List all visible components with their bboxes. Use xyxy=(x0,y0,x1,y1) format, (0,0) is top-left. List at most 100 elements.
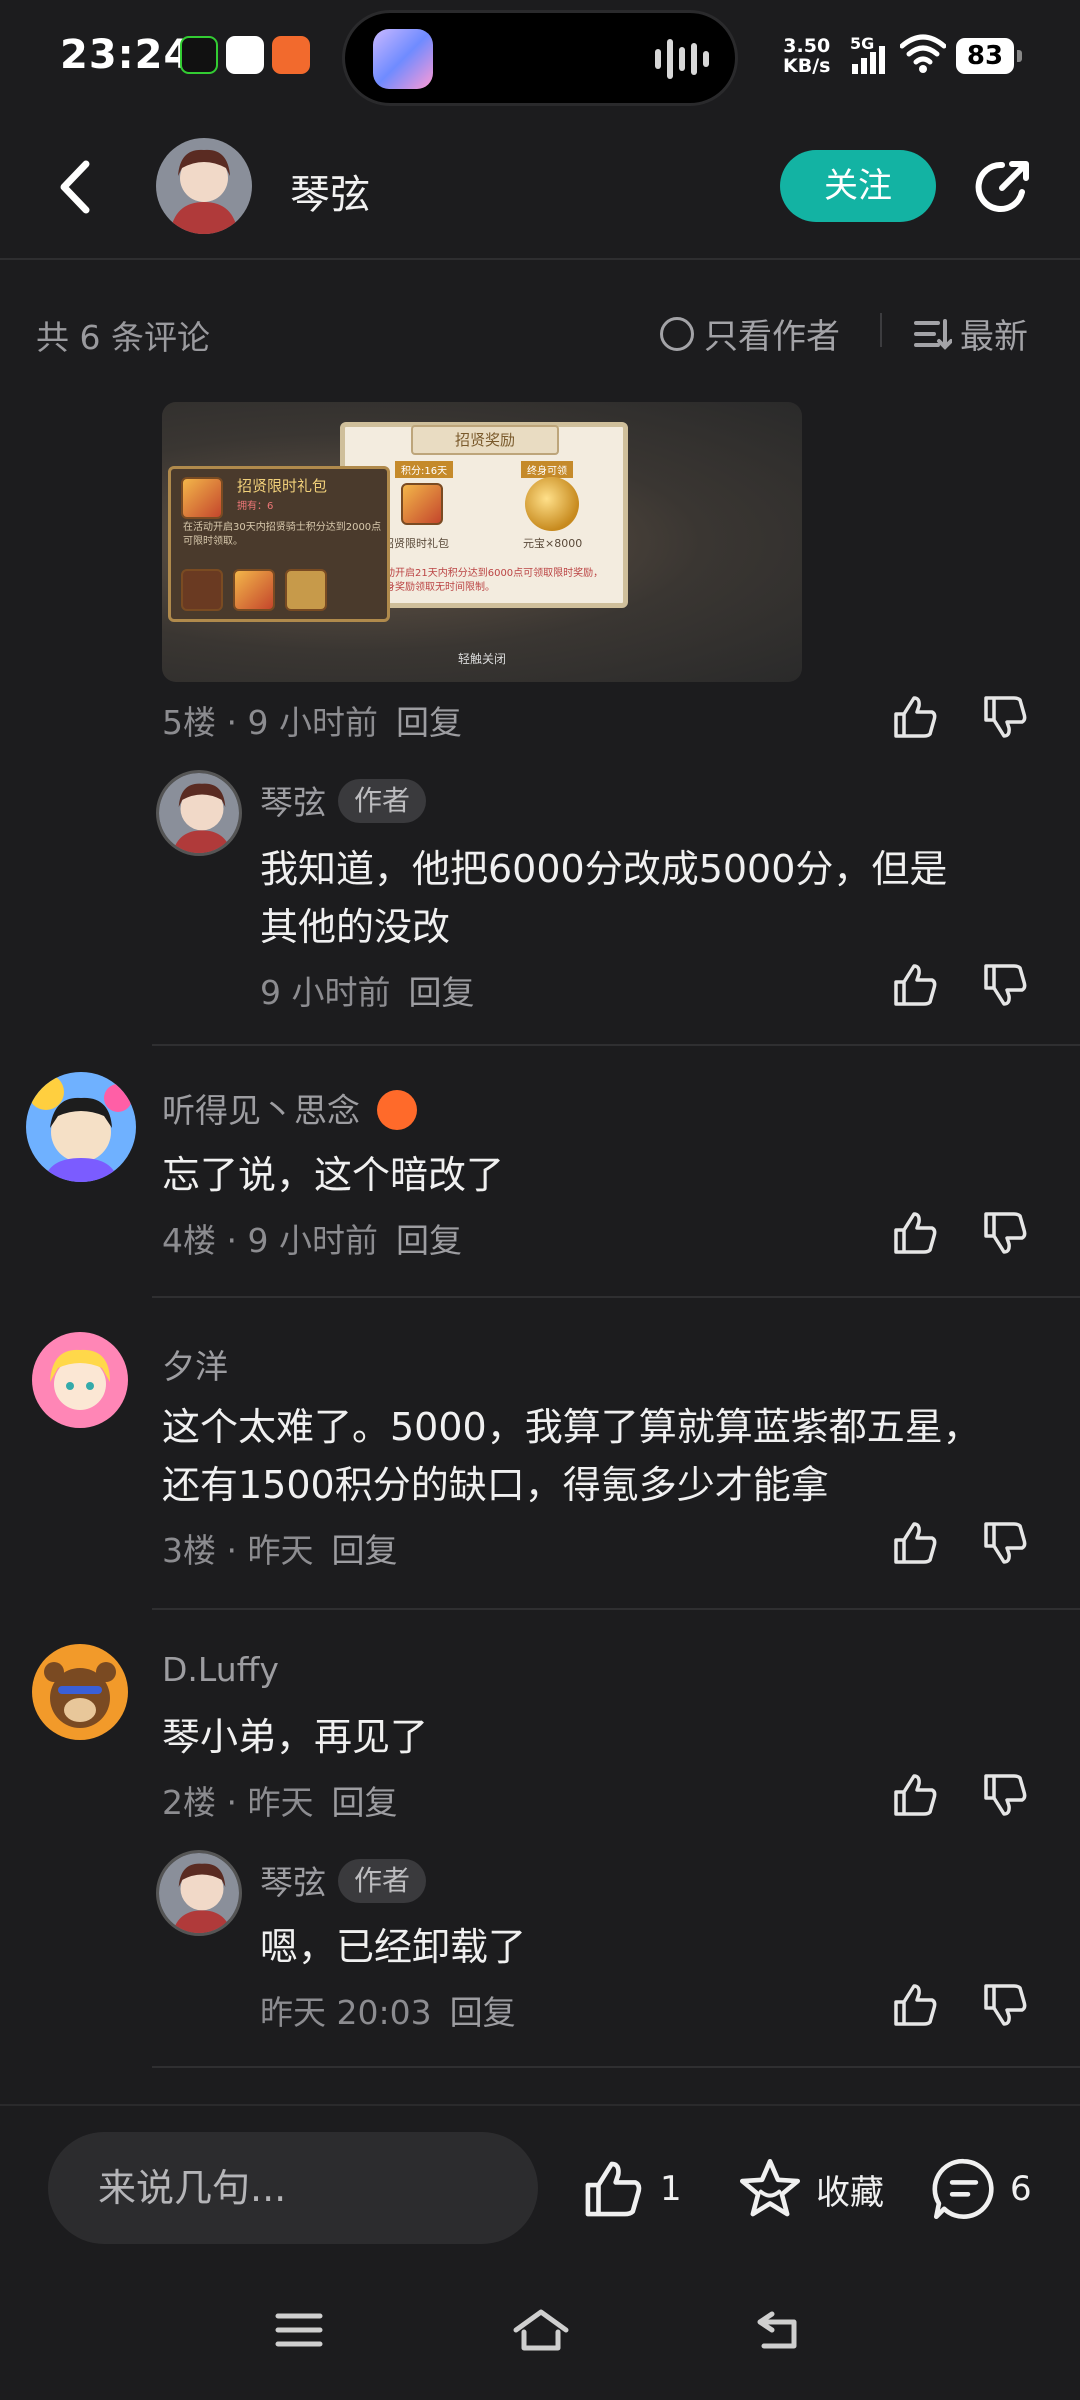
floor-meta: 3楼 · 昨天 xyxy=(162,1531,314,1570)
user-name: 琴弦 xyxy=(260,783,326,822)
avatar[interactable] xyxy=(156,1850,242,1936)
user-name: 琴弦 xyxy=(260,1863,326,1902)
favorite-button[interactable]: 收藏 xyxy=(736,2156,884,2222)
comment-divider xyxy=(152,1608,1080,1610)
dislike-icon[interactable] xyxy=(980,692,1030,742)
menu-icon[interactable] xyxy=(274,2308,324,2352)
comment-icon xyxy=(932,2158,994,2220)
like-icon xyxy=(585,2161,642,2217)
reply-time: 昨天 20:03 xyxy=(260,1993,432,2032)
comment-meta: 5楼 · 9 小时前 回复 xyxy=(162,696,462,744)
item-icon-1 xyxy=(181,569,223,611)
page-title: 琴弦 xyxy=(290,172,370,218)
reply-text-line: 其他的没改 xyxy=(260,905,451,949)
filter-separator xyxy=(880,313,882,347)
signal-icon: 5G xyxy=(850,34,890,76)
author-only-toggle[interactable]: 只看作者 xyxy=(660,309,840,358)
avatar[interactable] xyxy=(32,1332,128,1428)
gift-pack-title: 招贤限时礼包 xyxy=(237,477,328,495)
battery-indicator: 83 xyxy=(956,38,1022,74)
reply-author-name: 琴弦 作者 xyxy=(260,1856,427,1904)
reward-tag-left: 积分:16天 xyxy=(395,461,454,478)
comment-count: 6 xyxy=(1010,2169,1032,2209)
sort-label: 最新 xyxy=(960,317,1028,357)
floor-meta: 5楼 · 9 小时前 xyxy=(162,703,378,742)
net-speed: 3.50 KB/s xyxy=(783,36,830,76)
back-button[interactable] xyxy=(48,152,108,222)
dislike-icon[interactable] xyxy=(980,1208,1030,1258)
gift-pack-card: 招贤限时礼包 拥有：6 在活动开启30天内招贤骑士积分达到2000点可限时领取。 xyxy=(168,466,390,622)
status-time: 23:24 xyxy=(60,32,193,78)
author-badge: 作者 xyxy=(338,779,427,823)
reply-meta: 昨天 20:03 回复 xyxy=(260,1986,516,2034)
reward-note: 活动开启21天内积分达到6000点可领取限时奖励，终身奖励领取无时间限制。 xyxy=(375,568,604,593)
like-icon[interactable] xyxy=(890,1770,940,1820)
dislike-icon[interactable] xyxy=(980,1980,1030,2030)
gift-pack-owned: 拥有：6 xyxy=(237,501,274,512)
avatar[interactable] xyxy=(32,1644,128,1740)
dynamic-island xyxy=(342,10,738,106)
qq-app-icon xyxy=(226,36,264,74)
item-icon-3 xyxy=(285,569,327,611)
reply-button[interactable]: 回复 xyxy=(331,1531,397,1570)
comment-image[interactable]: 招贤奖励 积分:16天 终身可领 招贤限时礼包 元宝×8000 活动开启21天内… xyxy=(162,402,802,682)
comment-divider xyxy=(152,1296,1080,1298)
comment-text: 忘了说，这个暗改了 xyxy=(162,1153,505,1197)
reply-author-name: 琴弦 作者 xyxy=(260,776,427,824)
share-button[interactable] xyxy=(972,156,1034,218)
gift-label: 招贤限时礼包 xyxy=(383,537,449,550)
net-speed-unit: KB/s xyxy=(783,55,831,77)
reply-meta: 9 小时前 回复 xyxy=(260,966,475,1014)
reply-text-line: 我知道，他把6000分改成5000分，但是 xyxy=(260,847,948,891)
author-avatar[interactable] xyxy=(156,138,252,234)
coin-label: 元宝×8000 xyxy=(523,537,583,550)
dislike-icon[interactable] xyxy=(980,960,1030,1010)
reply-time: 9 小时前 xyxy=(260,973,391,1012)
comment-text: 这个太难了。5000，我算了算就算蓝紫都五星， 还有1500积分的缺口，得氪多少… xyxy=(162,1398,1062,1514)
game-app-icon xyxy=(272,36,310,74)
avatar[interactable] xyxy=(26,1072,136,1182)
comment-meta: 2楼 · 昨天 回复 xyxy=(162,1776,397,1824)
like-icon[interactable] xyxy=(890,1208,940,1258)
sort-button[interactable]: 最新 xyxy=(914,309,1028,358)
reward-tag-right: 终身可领 xyxy=(521,461,573,478)
audio-wave-icon xyxy=(655,39,715,79)
reply-button[interactable]: 回复 xyxy=(396,1221,462,1260)
reply-button[interactable]: 回复 xyxy=(396,703,462,742)
comment-text: 琴小弟，再见了 xyxy=(162,1715,429,1759)
like-count: 1 xyxy=(660,2169,682,2209)
avatar[interactable] xyxy=(156,770,242,856)
bottom-action-bar: 来说几句... 1 收藏 6 xyxy=(0,2104,1080,2400)
like-icon[interactable] xyxy=(890,1980,940,2030)
author-badge: 作者 xyxy=(338,1859,427,1903)
chevron-left-icon xyxy=(60,160,90,214)
comment-divider xyxy=(152,1044,1080,1046)
network-type: 5G xyxy=(850,34,875,53)
dislike-icon[interactable] xyxy=(980,1518,1030,1568)
reply-button[interactable]: 回复 xyxy=(331,1783,397,1822)
back-nav-icon[interactable] xyxy=(754,2308,804,2352)
like-icon[interactable] xyxy=(890,692,940,742)
comment-count-label: 共 6 条评论 xyxy=(36,318,210,357)
image-footer: 轻触关闭 xyxy=(457,652,506,666)
radio-icon xyxy=(660,316,694,351)
comment-button[interactable]: 6 xyxy=(930,2156,1032,2222)
reply-button[interactable]: 回复 xyxy=(409,973,475,1012)
follow-button[interactable]: 关注 xyxy=(780,150,936,222)
user-name: 听得见丶思念 xyxy=(162,1091,360,1130)
like-icon[interactable] xyxy=(890,1518,940,1568)
commenter-name: D.Luffy xyxy=(162,1650,279,1689)
like-icon[interactable] xyxy=(890,960,940,1010)
reply-button[interactable]: 回复 xyxy=(450,1993,516,2032)
like-post-button[interactable]: 1 xyxy=(580,2156,682,2222)
gift-pack-icon xyxy=(181,477,223,519)
game-badge-icon xyxy=(376,1090,417,1130)
dislike-icon[interactable] xyxy=(980,1770,1030,1820)
commenter-name: 听得见丶思念 xyxy=(162,1084,417,1132)
reward-panel-title: 招贤奖励 xyxy=(411,425,559,455)
comment-input[interactable]: 来说几句... xyxy=(48,2132,538,2244)
floor-meta: 2楼 · 昨天 xyxy=(162,1783,314,1822)
home-icon[interactable] xyxy=(512,2308,570,2352)
gift-pack-text: 在活动开启30天内招贤骑士积分达到2000点可限时领取。 xyxy=(183,522,382,547)
status-bar: 23:24 3.50 KB/s 5G 83 xyxy=(0,0,1080,115)
